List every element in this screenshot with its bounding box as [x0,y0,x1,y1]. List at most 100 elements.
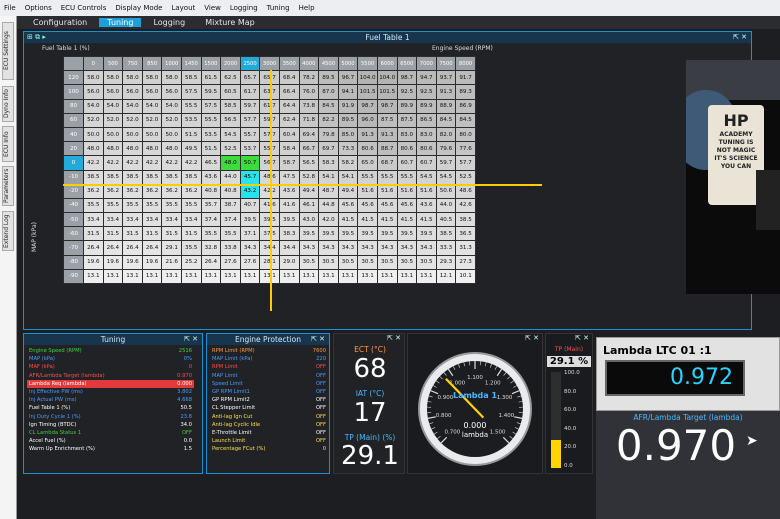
table-cell[interactable]: 41.5 [416,212,437,228]
table-cell[interactable]: 21.6 [161,254,182,270]
table-cell[interactable]: 43.0 [298,212,320,228]
table-cell[interactable]: 33.8 [220,240,241,256]
tuning-row[interactable]: Inj Duty Cycle 1 (%) 23.8 [27,413,194,421]
table-cell[interactable]: 39.5 [239,212,261,228]
protection-row[interactable]: Launch Limit OFF [210,437,328,445]
table-cell[interactable]: 45.6 [376,197,398,214]
rpm-header-cell[interactable]: 6000 [376,55,398,72]
table-cell[interactable]: 48.0 [102,141,124,157]
tuning-row[interactable]: Accel Fuel (%) 0.0 [27,437,194,445]
table-cell[interactable]: 49.4 [298,183,320,199]
tuning-row[interactable]: CL Lambda Status 1 OFF [27,429,194,437]
table-cell[interactable]: 41.6 [278,197,300,214]
table-cell[interactable]: 89.9 [396,98,418,114]
table-cell[interactable]: 42.6 [455,197,476,214]
table-cell[interactable]: 33.4 [122,212,143,228]
table-cell[interactable]: 47.5 [278,169,300,185]
table-cell[interactable]: 13.1 [83,268,104,285]
panel-close-icon[interactable]: ⇱ ✕ [733,32,747,43]
table-cell[interactable]: 37.4 [200,212,222,228]
table-cell[interactable]: 91.3 [376,126,398,143]
table-cell[interactable]: 34.3 [298,240,320,256]
table-cell[interactable]: 89.3 [455,84,476,100]
table-cell[interactable]: 84.5 [435,112,457,128]
table-cell[interactable]: 30.5 [337,254,359,270]
table-cell[interactable]: 41.5 [396,212,418,228]
table-cell[interactable]: 27.6 [239,254,261,270]
menu-tuning[interactable]: Tuning [267,4,290,12]
table-cell[interactable]: 83.0 [416,126,437,143]
menu-file[interactable]: File [4,4,16,12]
table-cell[interactable]: 51.6 [416,183,437,199]
table-cell[interactable]: 56.0 [161,84,182,100]
table-cell[interactable]: 46.1 [298,197,320,214]
table-cell[interactable]: 31.5 [102,226,124,242]
map-header-cell[interactable]: -20 [63,183,84,199]
table-cell[interactable]: 30.5 [416,254,437,270]
table-cell[interactable]: 54.0 [102,98,124,114]
menu-logging[interactable]: Logging [230,4,258,12]
table-cell[interactable]: 59.5 [200,84,222,100]
table-cell[interactable]: 50.0 [161,126,182,143]
table-cell[interactable]: 52.5 [455,169,476,185]
table-cell[interactable]: 77.6 [455,141,476,157]
table-cell[interactable]: 36.2 [83,183,104,199]
table-cell[interactable]: 36.2 [161,183,182,199]
tuning-row[interactable]: MAF (kPa) 0 [27,363,194,371]
table-cell[interactable]: 19.6 [122,254,143,270]
table-cell[interactable]: 45.6 [357,197,378,214]
table-cell[interactable]: 13.1 [357,268,378,285]
table-cell[interactable]: 50.0 [122,126,143,143]
table-cell[interactable]: 39.5 [396,226,418,242]
table-cell[interactable]: 80.6 [416,141,437,157]
table-cell[interactable]: 57.5 [180,84,202,100]
table-cell[interactable]: 104.0 [376,70,398,86]
table-cell[interactable]: 42.2 [141,155,163,171]
table-cell[interactable]: 37.4 [220,212,241,228]
table-cell[interactable]: 54.0 [83,98,104,114]
table-cell[interactable]: 59.7 [435,155,457,171]
rpm-header-cell[interactable]: 500 [102,55,124,72]
table-cell[interactable]: 13.1 [278,268,300,285]
tuning-row[interactable]: AFR/Lambda Target (lambda) 0.970 [27,372,194,380]
protection-row[interactable]: Speed Limit OFF [210,380,328,388]
table-cell[interactable]: 42.2 [161,155,182,171]
table-cell[interactable]: 55.5 [357,169,378,185]
tuning-row[interactable]: Inj Effective PW (ms) 3.802 [27,388,194,396]
table-cell[interactable]: 92.5 [416,84,437,100]
table-cell[interactable]: 56.0 [102,84,124,100]
table-cell[interactable]: 91.9 [337,98,359,114]
table-cell[interactable]: 92.5 [396,84,418,100]
table-cell[interactable]: 35.5 [141,197,163,214]
table-cell[interactable]: 54.5 [220,126,241,143]
menu-layout[interactable]: Layout [171,4,195,12]
table-cell[interactable]: 39.5 [376,226,398,242]
table-cell[interactable]: 73.3 [337,141,359,157]
table-cell[interactable]: 35.7 [200,197,222,214]
table-cell[interactable]: 58.0 [122,70,143,86]
table-cell[interactable]: 53.5 [200,126,222,143]
table-cell[interactable]: 52.0 [122,112,143,128]
table-cell[interactable]: 94.7 [416,70,437,86]
table-cell[interactable]: 44.0 [435,197,457,214]
table-cell[interactable]: 38.5 [161,169,182,185]
table-cell[interactable]: 66.4 [278,84,300,100]
table-cell[interactable]: 34.3 [376,240,398,256]
table-cell[interactable]: 51.5 [200,141,222,157]
rpm-header-cell[interactable]: 0 [83,55,104,72]
table-cell[interactable]: 36.5 [455,226,476,242]
table-cell[interactable]: 41.5 [376,212,398,228]
table-cell[interactable]: 34.3 [239,240,261,256]
table-cell[interactable]: 61.5 [200,70,222,86]
rpm-header-cell[interactable]: 2500 [239,55,261,72]
table-cell[interactable]: 33.4 [180,212,202,228]
table-cell[interactable]: 26.4 [122,240,143,256]
table-cell[interactable]: 56.0 [83,84,104,100]
table-cell[interactable]: 54.1 [318,169,339,185]
table-cell[interactable]: 94.1 [337,84,359,100]
table-cell[interactable]: 54.0 [161,98,182,114]
tuning-row[interactable]: Lambda Req (lambda) 0.000 [27,379,194,388]
table-cell[interactable]: 13.1 [416,268,437,285]
table-cell[interactable]: 33.4 [83,212,104,228]
table-cell[interactable]: 13.1 [239,268,261,285]
